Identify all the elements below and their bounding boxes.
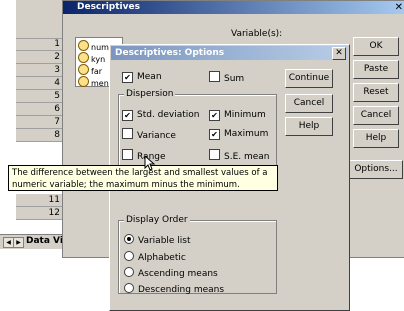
list-item[interactable]: men (78, 76, 109, 88)
row-number[interactable]: 11 (16, 194, 64, 207)
mean-checkbox[interactable]: ✔ Mean (122, 71, 162, 83)
checkbox-checked-icon: ✔ (209, 129, 220, 140)
checkbox-empty-icon (122, 149, 133, 160)
radio-selected-icon (124, 234, 134, 244)
cancel-button[interactable]: Cancel (285, 94, 333, 113)
sum-checkbox[interactable]: Sum (209, 71, 244, 84)
radio-alphabetic[interactable]: Alphabetic (124, 251, 186, 263)
numeric-variable-icon (78, 40, 89, 51)
tooltip-line: The difference between the largest and s… (12, 168, 268, 178)
options-title-bar: Descriptives: Options ✕ (111, 46, 348, 60)
radio-empty-icon (124, 283, 134, 293)
cancel-button[interactable]: Cancel (353, 106, 399, 125)
checkbox-checked-icon: ✔ (209, 110, 220, 121)
list-item[interactable]: far (78, 64, 102, 76)
ok-button[interactable]: OK (353, 37, 399, 56)
checkbox-empty-icon (122, 128, 133, 139)
paste-button[interactable]: Paste (353, 60, 399, 79)
row-number[interactable]: 4 (16, 77, 64, 90)
tooltip-line: numeric variable; the maximum minus the … (12, 180, 240, 190)
tooltip: The difference between the largest and s… (8, 165, 278, 191)
reset-button[interactable]: Reset (353, 83, 399, 102)
numeric-variable-icon (78, 64, 89, 75)
options-button[interactable]: Options... (349, 160, 403, 179)
options-title: Descriptives: Options (115, 48, 225, 58)
continue-button[interactable]: Continue (285, 69, 333, 88)
minimum-checkbox[interactable]: ✔ Minimum (209, 109, 266, 121)
numeric-variable-icon (78, 52, 89, 63)
numeric-variable-icon (78, 76, 89, 87)
maximum-checkbox[interactable]: ✔ Maximum (209, 128, 268, 140)
list-item[interactable]: num (78, 40, 109, 52)
radio-empty-icon (124, 267, 134, 277)
row-number[interactable]: 3 (16, 64, 64, 77)
close-icon[interactable]: ✕ (332, 47, 346, 60)
row-number[interactable]: 7 (16, 116, 64, 129)
cursor-icon (144, 155, 156, 171)
list-item[interactable]: kyn (78, 52, 105, 64)
dispersion-label: Dispersion (124, 89, 176, 99)
checkbox-checked-icon: ✔ (122, 110, 133, 121)
checkbox-checked-icon: ✔ (122, 72, 133, 83)
se-mean-checkbox[interactable]: S.E. mean (209, 149, 270, 162)
radio-variable-list[interactable]: Variable list (124, 234, 191, 246)
variance-checkbox[interactable]: Variance (122, 128, 176, 141)
row-number[interactable]: 1 (16, 38, 64, 51)
help-button[interactable]: Help (353, 129, 399, 148)
radio-empty-icon (124, 251, 134, 261)
help-button[interactable]: Help (285, 117, 333, 136)
checkbox-empty-icon (209, 149, 220, 160)
radio-ascending-means[interactable]: Ascending means (124, 267, 218, 279)
descriptives-title: Descriptives (77, 2, 140, 12)
checkbox-empty-icon (209, 71, 220, 82)
grid-corner (16, 0, 64, 39)
tab-next-icon[interactable]: ▶ (13, 237, 24, 248)
row-number[interactable]: 5 (16, 90, 64, 103)
row-number[interactable]: 8 (16, 129, 64, 142)
close-icon[interactable]: ✕ (395, 1, 403, 14)
row-number[interactable]: 6 (16, 103, 64, 116)
row-number[interactable]: 2 (16, 51, 64, 64)
row-number[interactable]: 12 (16, 207, 64, 220)
radio-descending-means[interactable]: Descending means (124, 283, 224, 295)
display-order-label: Display Order (124, 215, 190, 225)
variables-label: Variable(s): (231, 29, 283, 39)
std-deviation-checkbox[interactable]: ✔ Std. deviation (122, 109, 200, 121)
descriptives-title-bar: Descriptives ✕ (63, 1, 404, 14)
